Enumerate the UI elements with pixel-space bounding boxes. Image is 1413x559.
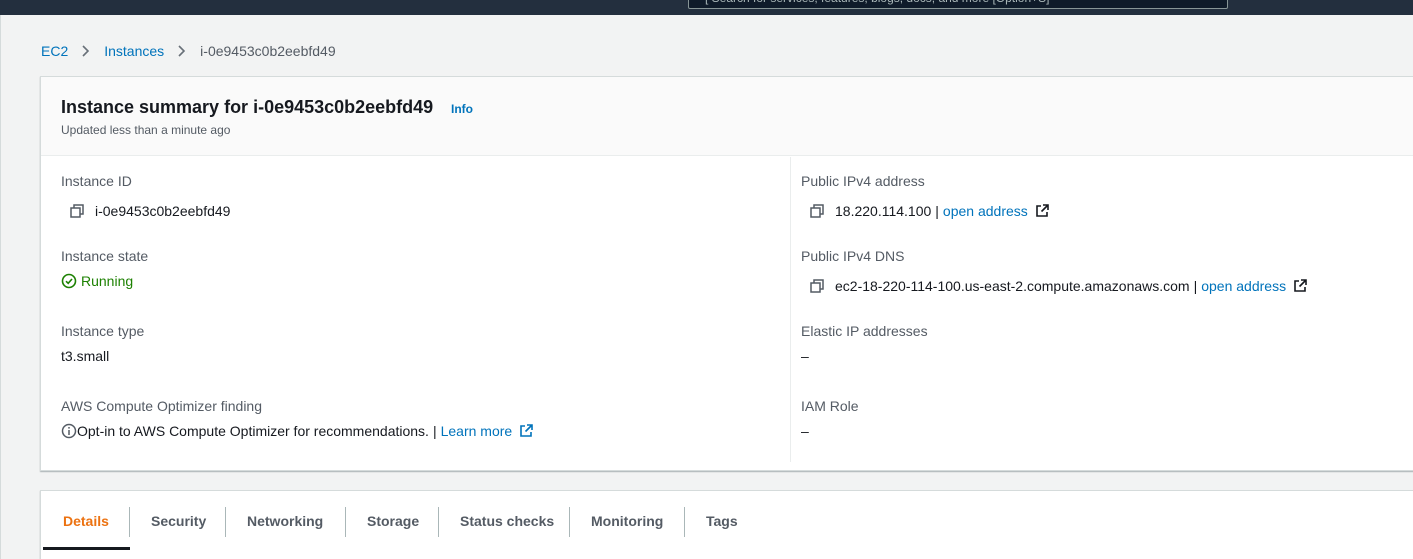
- external-link-icon[interactable]: [1292, 278, 1308, 294]
- instance-type-label: Instance type: [61, 323, 145, 339]
- copy-icon[interactable]: [809, 278, 825, 294]
- instance-id-label: Instance ID: [61, 173, 132, 189]
- instance-type-value: t3.small: [61, 348, 110, 364]
- tab-divider: [225, 507, 226, 537]
- ipv4-address-label: Public IPv4 address: [801, 173, 925, 189]
- breadcrumb-instances[interactable]: Instances: [104, 43, 164, 59]
- instance-id-value: i-0e9453c0b2eebfd49: [69, 203, 230, 219]
- external-link-icon[interactable]: [1034, 203, 1050, 219]
- tab-tags[interactable]: Tags: [706, 491, 738, 551]
- tab-storage[interactable]: Storage: [367, 491, 419, 551]
- iam-role-label: IAM Role: [801, 398, 859, 414]
- tab-details[interactable]: Details: [63, 491, 109, 551]
- tab-status-checks[interactable]: Status checks: [460, 491, 554, 551]
- open-address-link[interactable]: open address: [1201, 278, 1286, 294]
- separator: |: [1193, 278, 1198, 294]
- summary-header: Instance summary for i-0e9453c0b2eebfd49…: [41, 77, 1413, 156]
- tab-divider: [438, 507, 439, 537]
- elastic-ip-label: Elastic IP addresses: [801, 323, 928, 339]
- ipv4-dns-text: ec2-18-220-114-100.us-east-2.compute.ama…: [835, 278, 1190, 294]
- active-tab-indicator: [43, 547, 130, 550]
- tab-security[interactable]: Security: [151, 491, 206, 551]
- instance-details-tabs: Details Security Networking Storage Stat…: [40, 490, 1413, 559]
- column-divider: [790, 157, 791, 462]
- instance-summary-panel: Instance summary for i-0e9453c0b2eebfd49…: [40, 76, 1413, 471]
- tab-divider: [129, 507, 130, 537]
- ipv4-address-text: 18.220.114.100: [835, 203, 932, 219]
- breadcrumb: EC2 Instances i-0e9453c0b2eebfd49: [41, 42, 336, 60]
- instance-state-value: Running: [61, 273, 133, 289]
- status-running: Running: [81, 273, 134, 289]
- tab-divider: [684, 507, 685, 537]
- ipv4-address-value: 18.220.114.100 | open address: [809, 203, 1050, 219]
- chevron-right-icon: [177, 45, 187, 57]
- page-title: Instance summary for i-0e9453c0b2eebfd49: [61, 97, 434, 117]
- copy-icon[interactable]: [69, 203, 85, 219]
- tab-networking[interactable]: Networking: [247, 491, 323, 551]
- ipv4-dns-label: Public IPv4 DNS: [801, 248, 905, 264]
- separator: |: [935, 203, 939, 219]
- iam-role-value: –: [801, 423, 809, 439]
- external-link-icon[interactable]: [518, 423, 534, 439]
- tab-monitoring[interactable]: Monitoring: [591, 491, 663, 551]
- elastic-ip-value: –: [801, 348, 809, 364]
- info-link[interactable]: Info: [451, 102, 473, 116]
- tab-divider: [569, 507, 570, 537]
- info-circle-icon: [61, 423, 77, 439]
- ipv4-dns-value: ec2-18-220-114-100.us-east-2.compute.ama…: [809, 278, 1308, 294]
- optimizer-label: AWS Compute Optimizer finding: [61, 398, 262, 414]
- optimizer-finding: Opt-in to AWS Compute Optimizer for reco…: [61, 423, 534, 439]
- left-border: [0, 15, 1, 559]
- check-circle-icon: [61, 273, 77, 289]
- breadcrumb-ec2[interactable]: EC2: [41, 43, 68, 59]
- tab-divider: [345, 507, 346, 537]
- search-input[interactable]: [ Search for services, features, blogs, …: [688, 0, 1228, 9]
- copy-icon[interactable]: [809, 203, 825, 219]
- instance-id-text: i-0e9453c0b2eebfd49: [95, 203, 231, 219]
- breadcrumb-current: i-0e9453c0b2eebfd49: [200, 43, 336, 59]
- chevron-right-icon: [81, 45, 91, 57]
- instance-state-label: Instance state: [61, 248, 149, 264]
- learn-more-link[interactable]: Learn more: [441, 423, 513, 439]
- separator: |: [432, 423, 437, 439]
- optimizer-text: Opt-in to AWS Compute Optimizer for reco…: [77, 423, 429, 439]
- open-address-link[interactable]: open address: [943, 203, 1028, 219]
- top-navigation-bar: [ Search for services, features, blogs, …: [0, 0, 1413, 15]
- updated-text: Updated less than a minute ago: [61, 123, 231, 137]
